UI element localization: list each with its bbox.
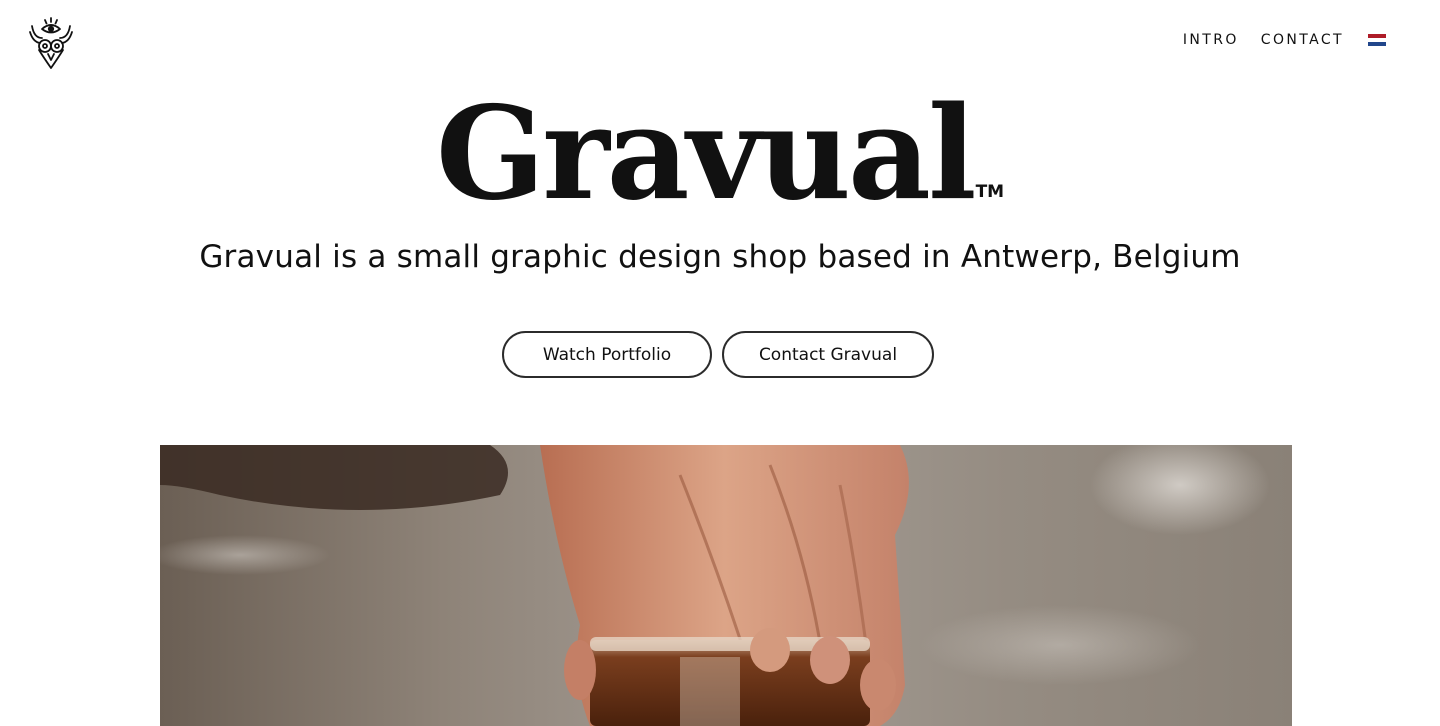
owl-logo[interactable] [28, 16, 74, 70]
hero-buttons: Watch Portfolio Contact Gravual [0, 331, 1440, 378]
brand-wordmark: Gravual TM [0, 84, 1440, 224]
brand-name: Gravual [435, 79, 977, 229]
hand-holding-glass-photo [160, 445, 1292, 726]
contact-gravual-button[interactable]: Contact Gravual [722, 331, 934, 378]
netherlands-flag-icon[interactable] [1368, 34, 1386, 46]
nav-intro-link[interactable]: INTRO [1183, 32, 1239, 48]
photo-illustration [160, 445, 1292, 726]
watch-portfolio-button[interactable]: Watch Portfolio [502, 331, 712, 378]
nav-contact-link[interactable]: CONTACT [1261, 32, 1344, 48]
flag-stripe-blue [1368, 42, 1386, 46]
main-nav: INTRO CONTACT [1183, 32, 1386, 48]
tagline: Gravual is a small graphic design shop b… [199, 239, 1241, 275]
owl-logo-icon [29, 17, 73, 69]
trademark-symbol: TM [975, 182, 1005, 202]
page: INTRO CONTACT Gravual TM Gravual is a sma… [0, 0, 1440, 726]
